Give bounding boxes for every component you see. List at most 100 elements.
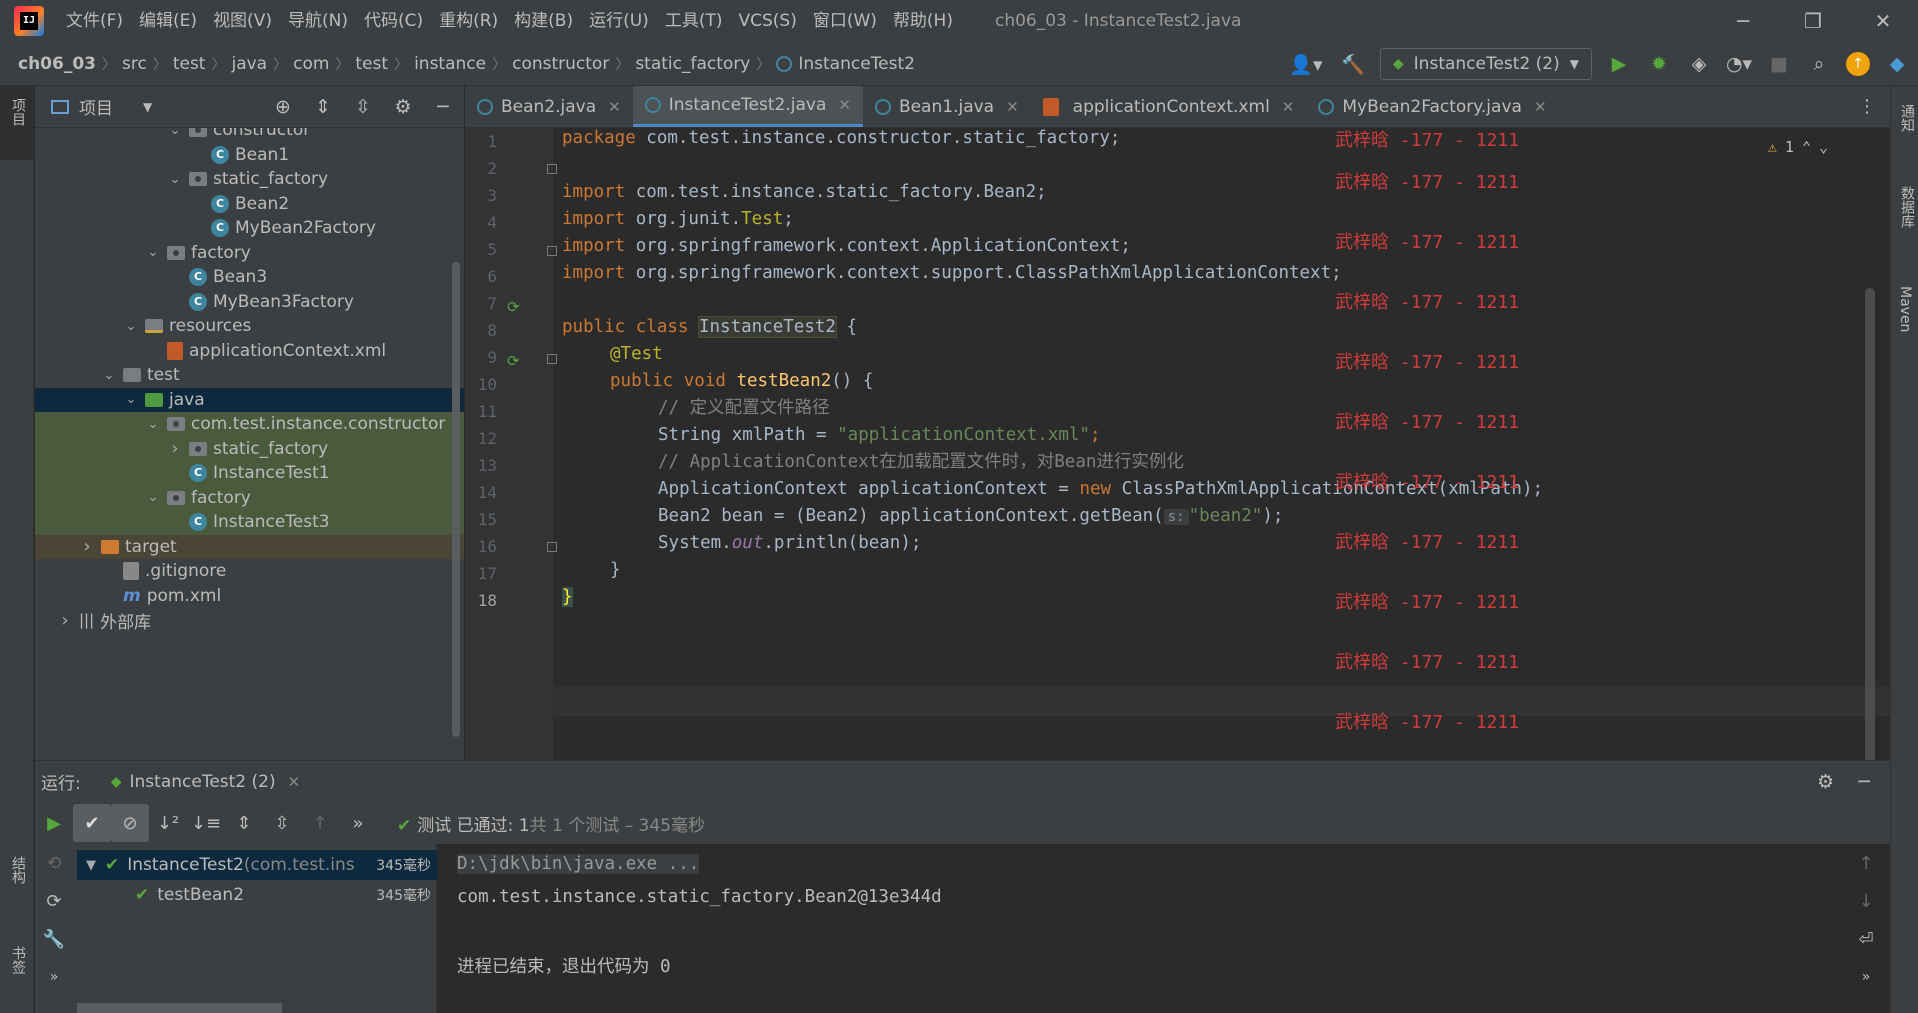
chevron-down-icon[interactable]: ▼ (143, 100, 152, 114)
close-icon[interactable]: ✕ (288, 773, 301, 791)
gear-icon[interactable]: ⚙ (1817, 771, 1834, 793)
tree-item[interactable]: C MyBean2Factory (35, 216, 464, 241)
breadcrumb-instance[interactable]: instance (414, 54, 486, 74)
close-icon[interactable]: ✕ (1282, 98, 1295, 116)
more-icon[interactable]: » (35, 958, 73, 996)
menu-edit[interactable]: 编辑(E) (131, 0, 205, 42)
structure-tool-label[interactable]: 结构 (8, 856, 28, 884)
previous-test-icon[interactable]: ↑ (301, 804, 339, 842)
breadcrumb-project[interactable]: ch06_03 (18, 54, 96, 74)
chevron-down-icon[interactable]: ⌄ (145, 245, 161, 260)
editor-scrollbar[interactable] (1865, 288, 1875, 760)
database-tool-label[interactable]: 数据库 (1897, 186, 1917, 228)
fold-icon[interactable] (547, 246, 557, 256)
intellij-logo-icon[interactable]: IJ (14, 6, 44, 36)
tree-item[interactable]: ⌄ test (35, 363, 464, 388)
chevron-right-icon[interactable]: › (57, 610, 73, 631)
chevron-right-icon[interactable]: › (167, 438, 183, 459)
soft-wrap-icon[interactable]: ⏎ (1847, 920, 1885, 958)
run-test-method-icon[interactable]: ⟳ (507, 352, 525, 370)
expand-all-icon[interactable]: ⇕ (310, 94, 336, 120)
gear-icon[interactable]: ⚙ (390, 94, 416, 120)
project-panel-title[interactable]: 项目 (79, 94, 113, 119)
breadcrumb-test[interactable]: test (173, 54, 206, 74)
tree-item[interactable]: C InstanceTest3 (35, 510, 464, 535)
more-icon[interactable]: » (1847, 958, 1885, 996)
tree-item[interactable]: C Bean2 (35, 192, 464, 217)
console-output[interactable]: D:\jdk\bin\java.exe ... com.test.instanc… (437, 844, 1842, 1013)
sort-alpha-icon[interactable]: ↓² (149, 804, 187, 842)
tree-item[interactable]: ⌄ static_factory (35, 167, 464, 192)
menu-run[interactable]: 运行(U) (581, 0, 657, 42)
code-editor[interactable]: 1 2 3 4 5 6 7 8 9 10 11 12 13 14 15 16 17 18 ⟳ ⟳ package … (465, 128, 1890, 760)
profile-icon[interactable]: ◔▾ (1726, 51, 1752, 77)
tree-item[interactable]: › ||| 外部库 (35, 608, 464, 633)
ide-logo-icon[interactable]: ◆ (1884, 51, 1910, 77)
chevron-down-icon[interactable]: ⌄ (123, 319, 139, 334)
rerun-failed-icon[interactable]: ⟲ (35, 844, 73, 882)
menu-file[interactable]: 文件(F) (58, 0, 131, 42)
menu-help[interactable]: 帮助(H) (885, 0, 961, 42)
tree-item[interactable]: C Bean3 (35, 265, 464, 290)
tree-item[interactable]: ⌄ factory (35, 485, 464, 510)
project-tool-label[interactable]: 项目 (8, 98, 28, 126)
breadcrumb-test-pkg[interactable]: test (355, 54, 388, 74)
maven-tool-label[interactable]: Maven (1897, 286, 1913, 332)
run-tab[interactable]: ◆ InstanceTest2 (2) ✕ (111, 772, 300, 792)
wrench-icon[interactable]: 🔧 (35, 920, 73, 958)
tree-item[interactable]: .gitignore (35, 559, 464, 584)
tree-item[interactable]: › target (35, 534, 464, 559)
restore-icon[interactable]: ❐ (1778, 0, 1848, 42)
menu-view[interactable]: 视图(V) (205, 0, 280, 42)
close-icon[interactable]: ✕ (608, 98, 621, 116)
tab-instancetest2[interactable]: InstanceTest2.java ✕ (632, 86, 863, 127)
breadcrumb-constructor[interactable]: constructor (512, 54, 609, 74)
collapse-all-icon[interactable]: ⇳ (350, 94, 376, 120)
collapse-all-icon[interactable]: ⇳ (263, 804, 301, 842)
fold-icon[interactable] (507, 166, 525, 184)
tree-item[interactable]: ⌄ constructor (35, 128, 464, 143)
test-tree-scrollbar[interactable] (77, 1003, 282, 1013)
menu-code[interactable]: 代码(C) (356, 0, 431, 42)
menu-navigate[interactable]: 导航(N) (280, 0, 356, 42)
debug-icon[interactable]: ✹ (1646, 51, 1672, 77)
locate-icon[interactable]: ⊕ (270, 94, 296, 120)
stop-icon[interactable]: ■ (1766, 51, 1792, 77)
run-icon[interactable]: ▶ (1606, 51, 1632, 77)
more-tabs-icon[interactable]: ⋮ (1858, 96, 1876, 117)
minimize-icon[interactable]: ─ (1708, 0, 1778, 42)
run-configuration-select[interactable]: ◆ InstanceTest2 (2) ▼ (1379, 48, 1592, 80)
tree-item[interactable]: ⌄ resources (35, 314, 464, 339)
show-ignored-icon[interactable]: ⊘ (111, 804, 149, 842)
scroll-up-icon[interactable]: ↑ (1847, 844, 1885, 882)
bookmarks-tool-label[interactable]: 书签 (8, 946, 28, 974)
tree-item[interactable]: › static_factory (35, 436, 464, 461)
test-row-class[interactable]: ▼ ✔ InstanceTest2 (com.test.ins 345毫秒 (77, 850, 437, 880)
menu-vcs[interactable]: VCS(S) (730, 0, 804, 42)
menu-tools[interactable]: 工具(T) (657, 0, 731, 42)
tab-bean2[interactable]: Bean2.java ✕ (465, 86, 633, 127)
breadcrumb-src[interactable]: src (122, 54, 147, 74)
breadcrumb-static-factory[interactable]: static_factory (635, 54, 750, 74)
run-test-class-icon[interactable]: ⟳ (507, 298, 525, 316)
tab-mybean2factory[interactable]: MyBean2Factory.java ✕ (1306, 86, 1558, 127)
tree-item[interactable]: ⌄ com.test.instance.constructor (35, 412, 464, 437)
tree-item[interactable]: C MyBean3Factory (35, 290, 464, 315)
fold-icon[interactable] (547, 164, 557, 174)
chevron-down-icon[interactable]: ⌄ (167, 172, 183, 187)
expand-all-icon[interactable]: ⇕ (225, 804, 263, 842)
more-icon[interactable]: » (339, 804, 377, 842)
inspection-widget[interactable]: ⚠ 1 ⌃ ⌄ (1768, 138, 1828, 156)
chevron-down-icon[interactable]: ▼ (83, 858, 99, 873)
close-icon[interactable]: ✕ (1534, 98, 1547, 116)
tab-bean1[interactable]: Bean1.java ✕ (863, 86, 1031, 127)
chevron-down-icon[interactable]: ⌄ (145, 417, 161, 432)
build-hammer-icon[interactable]: 🔨 (1340, 51, 1366, 77)
search-icon[interactable]: ⌕ (1806, 51, 1832, 77)
breadcrumb-file[interactable]: InstanceTest2 (798, 54, 915, 74)
user-icon[interactable]: 👤▾ (1286, 51, 1326, 77)
hide-panel-icon[interactable]: ─ (1859, 771, 1870, 793)
tree-scrollbar[interactable] (452, 262, 460, 737)
chevron-down-icon[interactable]: ⌄ (101, 368, 117, 383)
tree-item[interactable]: ⌄ java (35, 387, 464, 412)
